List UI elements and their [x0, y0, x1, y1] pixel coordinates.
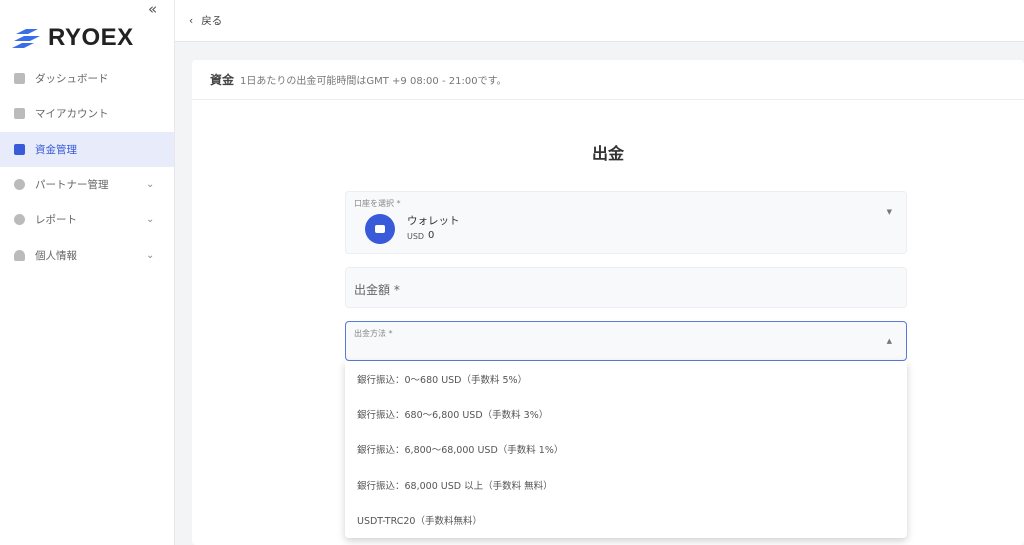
wallet-icon: [365, 214, 395, 244]
caret-down-icon: ▼: [886, 208, 892, 216]
sidebar-item-dashboard[interactable]: ダッシュボード: [0, 61, 174, 96]
chevron-left-icon: ‹: [189, 15, 194, 27]
amount-placeholder: 出金額 *: [354, 283, 400, 297]
sidebar-item-funds[interactable]: 資金管理: [0, 132, 174, 167]
chevron-down-icon: ⌄: [146, 179, 155, 190]
sidebar-item-my-account[interactable]: マイアカウント: [0, 96, 174, 131]
method-option[interactable]: USDT-TRC20（手数料無料）: [345, 503, 907, 538]
account-select-label: 口座を選択 *: [354, 199, 401, 208]
caret-up-icon: ▲: [886, 337, 892, 345]
account-name: ウォレット: [407, 215, 460, 227]
sidebar-item-label: マイアカウント: [35, 108, 109, 120]
topbar: ‹ 戻る: [175, 0, 1024, 42]
amount-input[interactable]: 出金額 *: [345, 267, 907, 308]
method-option[interactable]: 銀行振込：680〜6,800 USD（手数料 3%）: [345, 396, 907, 431]
sidebar-item-label: 個人情報: [35, 250, 77, 262]
back-label: 戻る: [201, 15, 223, 27]
account-select[interactable]: 口座を選択 * ウォレット USD 0 ▼: [345, 191, 907, 254]
account-currency: USD: [407, 232, 425, 241]
chevron-down-icon: ⌄: [146, 214, 155, 225]
sidebar-item-label: 資金管理: [35, 144, 77, 156]
report-icon: [14, 214, 25, 225]
method-select[interactable]: 出金方法 * ▲: [345, 321, 907, 361]
sidebar-item-partner[interactable]: パートナー管理 ⌄: [0, 167, 174, 202]
card-heading: 資金: [210, 73, 235, 87]
sidebar-item-label: ダッシュボード: [35, 73, 109, 85]
sidebar-item-label: パートナー管理: [35, 179, 109, 191]
logo[interactable]: RYOEX: [12, 24, 134, 52]
accounts-icon: [14, 108, 25, 119]
chevron-down-icon: ⌄: [146, 250, 155, 261]
sidebar: « RYOEX ダッシュボード マイアカウント 資金管理 パートナー管理 ⌄ レポ…: [0, 0, 175, 545]
method-option[interactable]: 銀行振込：68,000 USD 以上（手数料 無料）: [345, 467, 907, 502]
method-option[interactable]: 銀行振込：0〜680 USD（手数料 5%）: [345, 361, 907, 396]
sidebar-item-personal-info[interactable]: 個人情報 ⌄: [0, 238, 174, 273]
partner-icon: [14, 179, 25, 190]
collapse-sidebar-icon[interactable]: «: [148, 0, 157, 18]
method-option[interactable]: 銀行振込：6,800〜68,000 USD（手数料 1%）: [345, 432, 907, 467]
account-balance: 0: [428, 230, 435, 241]
sidebar-item-label: レポート: [35, 214, 77, 226]
sidebar-item-report[interactable]: レポート ⌄: [0, 202, 174, 237]
back-button[interactable]: ‹ 戻る: [189, 13, 222, 28]
logo-icon: [12, 29, 40, 48]
method-select-label: 出金方法 *: [354, 329, 393, 338]
brand-name: RYOEX: [48, 24, 134, 51]
user-icon: [14, 250, 25, 261]
card-header: 資金 1日あたりの出金可能時間はGMT +9 08:00 - 21:00です。: [192, 60, 1024, 100]
method-dropdown: 銀行振込：0〜680 USD（手数料 5%） 銀行振込：680〜6,800 US…: [345, 361, 907, 538]
withdraw-hours-notice: 1日あたりの出金可能時間はGMT +9 08:00 - 21:00です。: [240, 76, 507, 87]
page-title: 出金: [591, 144, 624, 163]
dashboard-icon: [14, 73, 25, 84]
wallet-icon: [14, 144, 25, 155]
withdraw-card: 資金 1日あたりの出金可能時間はGMT +9 08:00 - 21:00です。 …: [192, 60, 1024, 545]
